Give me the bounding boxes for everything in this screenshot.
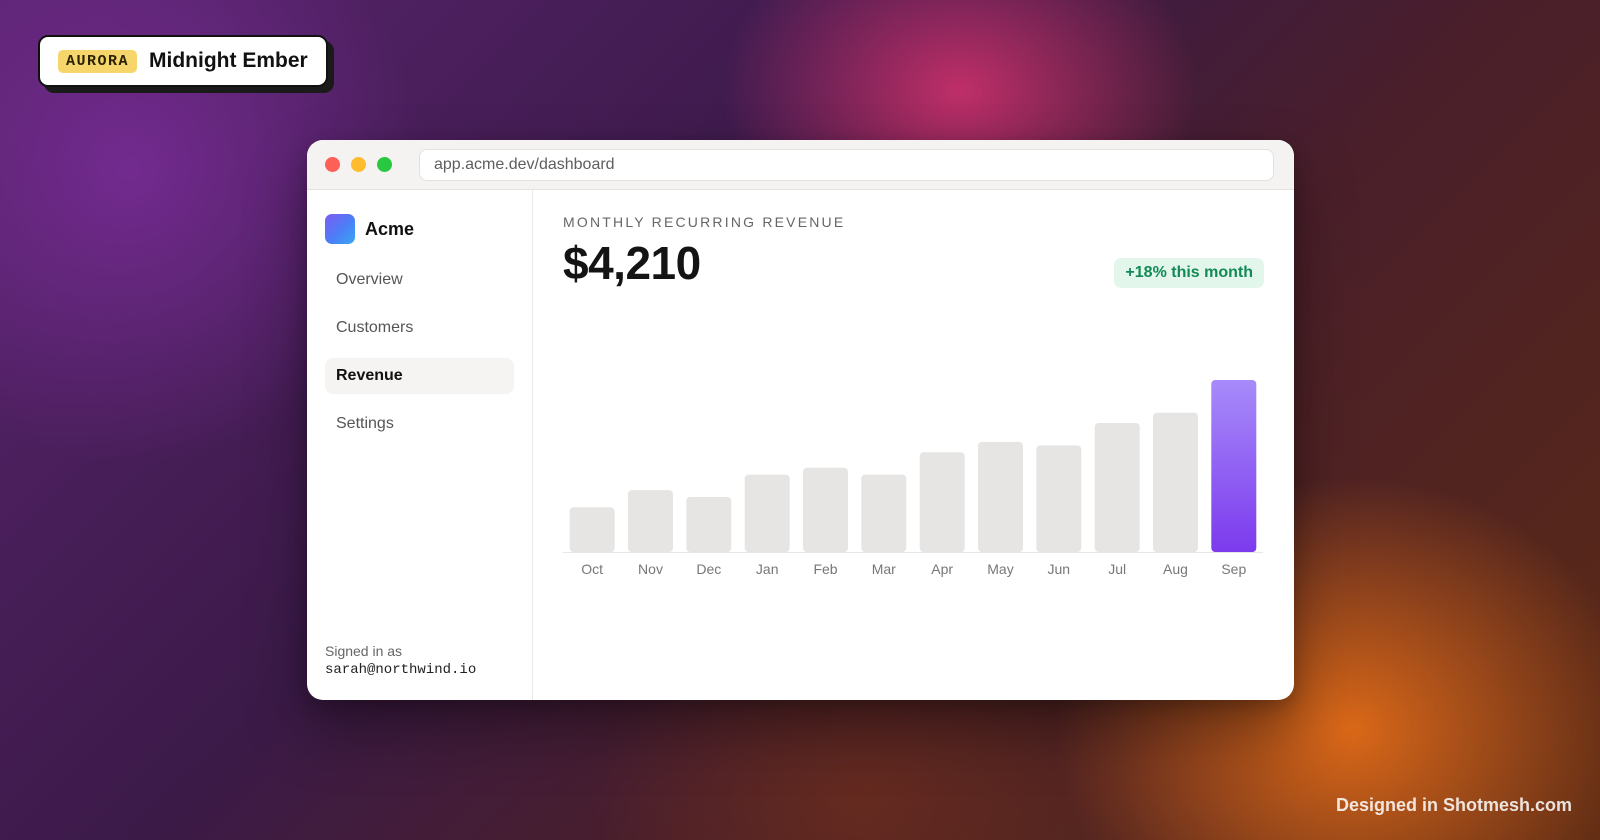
- sidebar-item-settings[interactable]: Settings: [325, 406, 514, 442]
- chart-bar-oct[interactable]: [569, 507, 615, 552]
- chart-bar-aug[interactable]: [1153, 412, 1198, 552]
- chart-bar-sep[interactable]: [1211, 380, 1257, 552]
- signed-in-info: Signed in as sarah@northwind.io: [325, 643, 476, 678]
- chart-bar-mar[interactable]: [861, 474, 907, 552]
- address-bar-url: app.acme.dev/dashboard: [434, 156, 615, 173]
- brand-name: Acme: [365, 218, 415, 239]
- brand[interactable]: Acme: [325, 214, 514, 244]
- x-tick-label: Feb: [813, 561, 837, 577]
- maximize-window-button[interactable]: [377, 157, 392, 172]
- x-tick-label: Nov: [638, 561, 663, 577]
- theme-chip: AURORA: [58, 49, 138, 73]
- sidebar-item-label: Customers: [336, 319, 414, 336]
- theme-tag: AURORA Midnight Ember: [38, 35, 328, 87]
- app-content: Acme Overview Customers Revenue Settings…: [307, 190, 1294, 700]
- signed-in-email: sarah@northwind.io: [325, 662, 477, 678]
- sidebar: Acme Overview Customers Revenue Settings…: [307, 190, 533, 700]
- sidebar-item-customers[interactable]: Customers: [325, 310, 514, 346]
- sidebar-item-label: Overview: [336, 271, 403, 288]
- x-tick-label: Sep: [1221, 561, 1246, 577]
- metric-label: MONTHLY RECURRING REVENUE: [563, 214, 846, 230]
- sidebar-item-label: Revenue: [336, 367, 403, 384]
- sidebar-item-overview[interactable]: Overview: [325, 262, 514, 298]
- x-tick-label: Jul: [1108, 561, 1126, 577]
- x-tick-label: Jun: [1048, 561, 1071, 577]
- x-tick-label: Mar: [872, 561, 896, 577]
- browser-window: app.acme.dev/dashboard Acme Overview Cus…: [307, 140, 1294, 700]
- sidebar-item-revenue[interactable]: Revenue: [325, 358, 514, 394]
- chart-bar-jan[interactable]: [744, 474, 790, 552]
- address-bar[interactable]: app.acme.dev/dashboard: [419, 149, 1274, 181]
- chart-bar-jun[interactable]: [1036, 445, 1082, 552]
- theme-name: Midnight Ember: [149, 49, 308, 72]
- chart-bar-dec[interactable]: [686, 497, 732, 552]
- browser-titlebar: app.acme.dev/dashboard: [307, 140, 1294, 190]
- brand-logo-icon: [325, 214, 355, 244]
- chart-bar-apr[interactable]: [919, 452, 965, 552]
- chart-bar-feb[interactable]: [803, 467, 848, 552]
- close-window-button[interactable]: [325, 157, 340, 172]
- x-tick-label: Dec: [696, 561, 721, 577]
- chart-bar-nov[interactable]: [628, 490, 673, 552]
- growth-badge: +18% this month: [1114, 258, 1264, 288]
- revenue-bar-chart: Oct Nov Dec Jan Feb Mar Apr May Jun Jul Aug Sep: [563, 380, 1263, 577]
- x-tick-label: Oct: [581, 561, 603, 577]
- x-tick-label: Apr: [931, 561, 953, 577]
- x-tick-label: Jan: [756, 561, 779, 577]
- minimize-window-button[interactable]: [351, 157, 366, 172]
- chart-bar-jul[interactable]: [1094, 423, 1140, 552]
- sidebar-item-label: Settings: [336, 415, 394, 432]
- signed-in-label: Signed in as: [325, 643, 403, 659]
- x-tick-label: May: [987, 561, 1013, 577]
- chart-bar-may[interactable]: [978, 441, 1023, 552]
- x-tick-label: Aug: [1163, 561, 1188, 577]
- main-panel: MONTHLY RECURRING REVENUE $4,210 +18% th…: [533, 190, 1294, 700]
- designer-credit: Designed in Shotmesh.com: [1335, 795, 1572, 815]
